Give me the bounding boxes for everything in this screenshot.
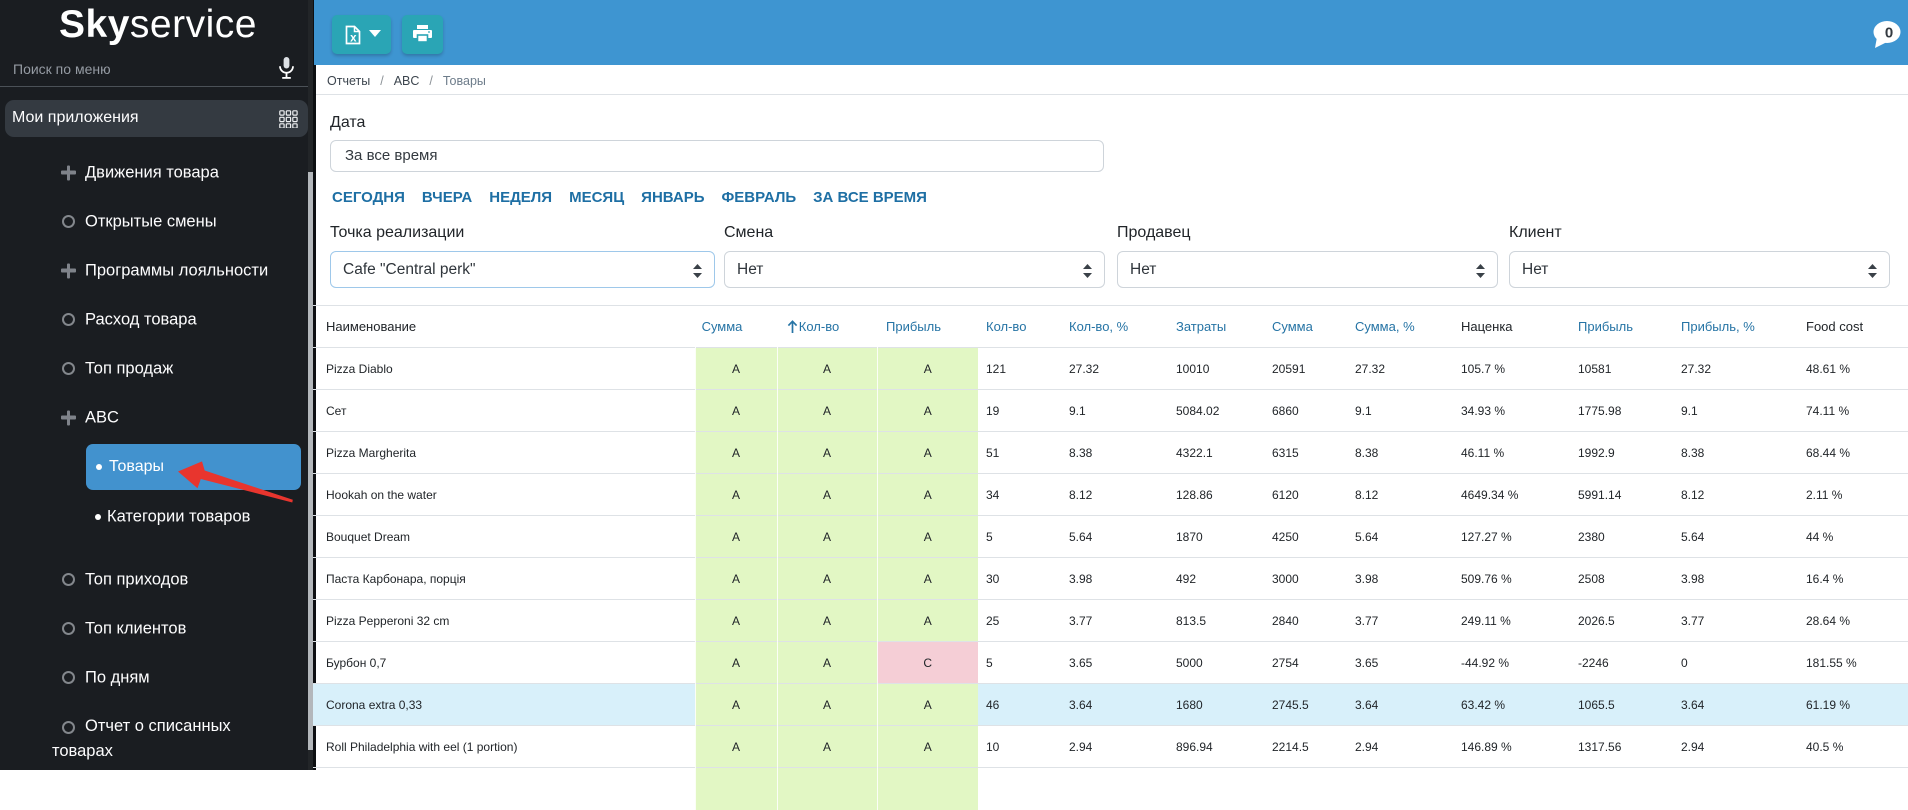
- svg-text:x: x: [350, 32, 357, 44]
- svg-text:0: 0: [1885, 25, 1893, 42]
